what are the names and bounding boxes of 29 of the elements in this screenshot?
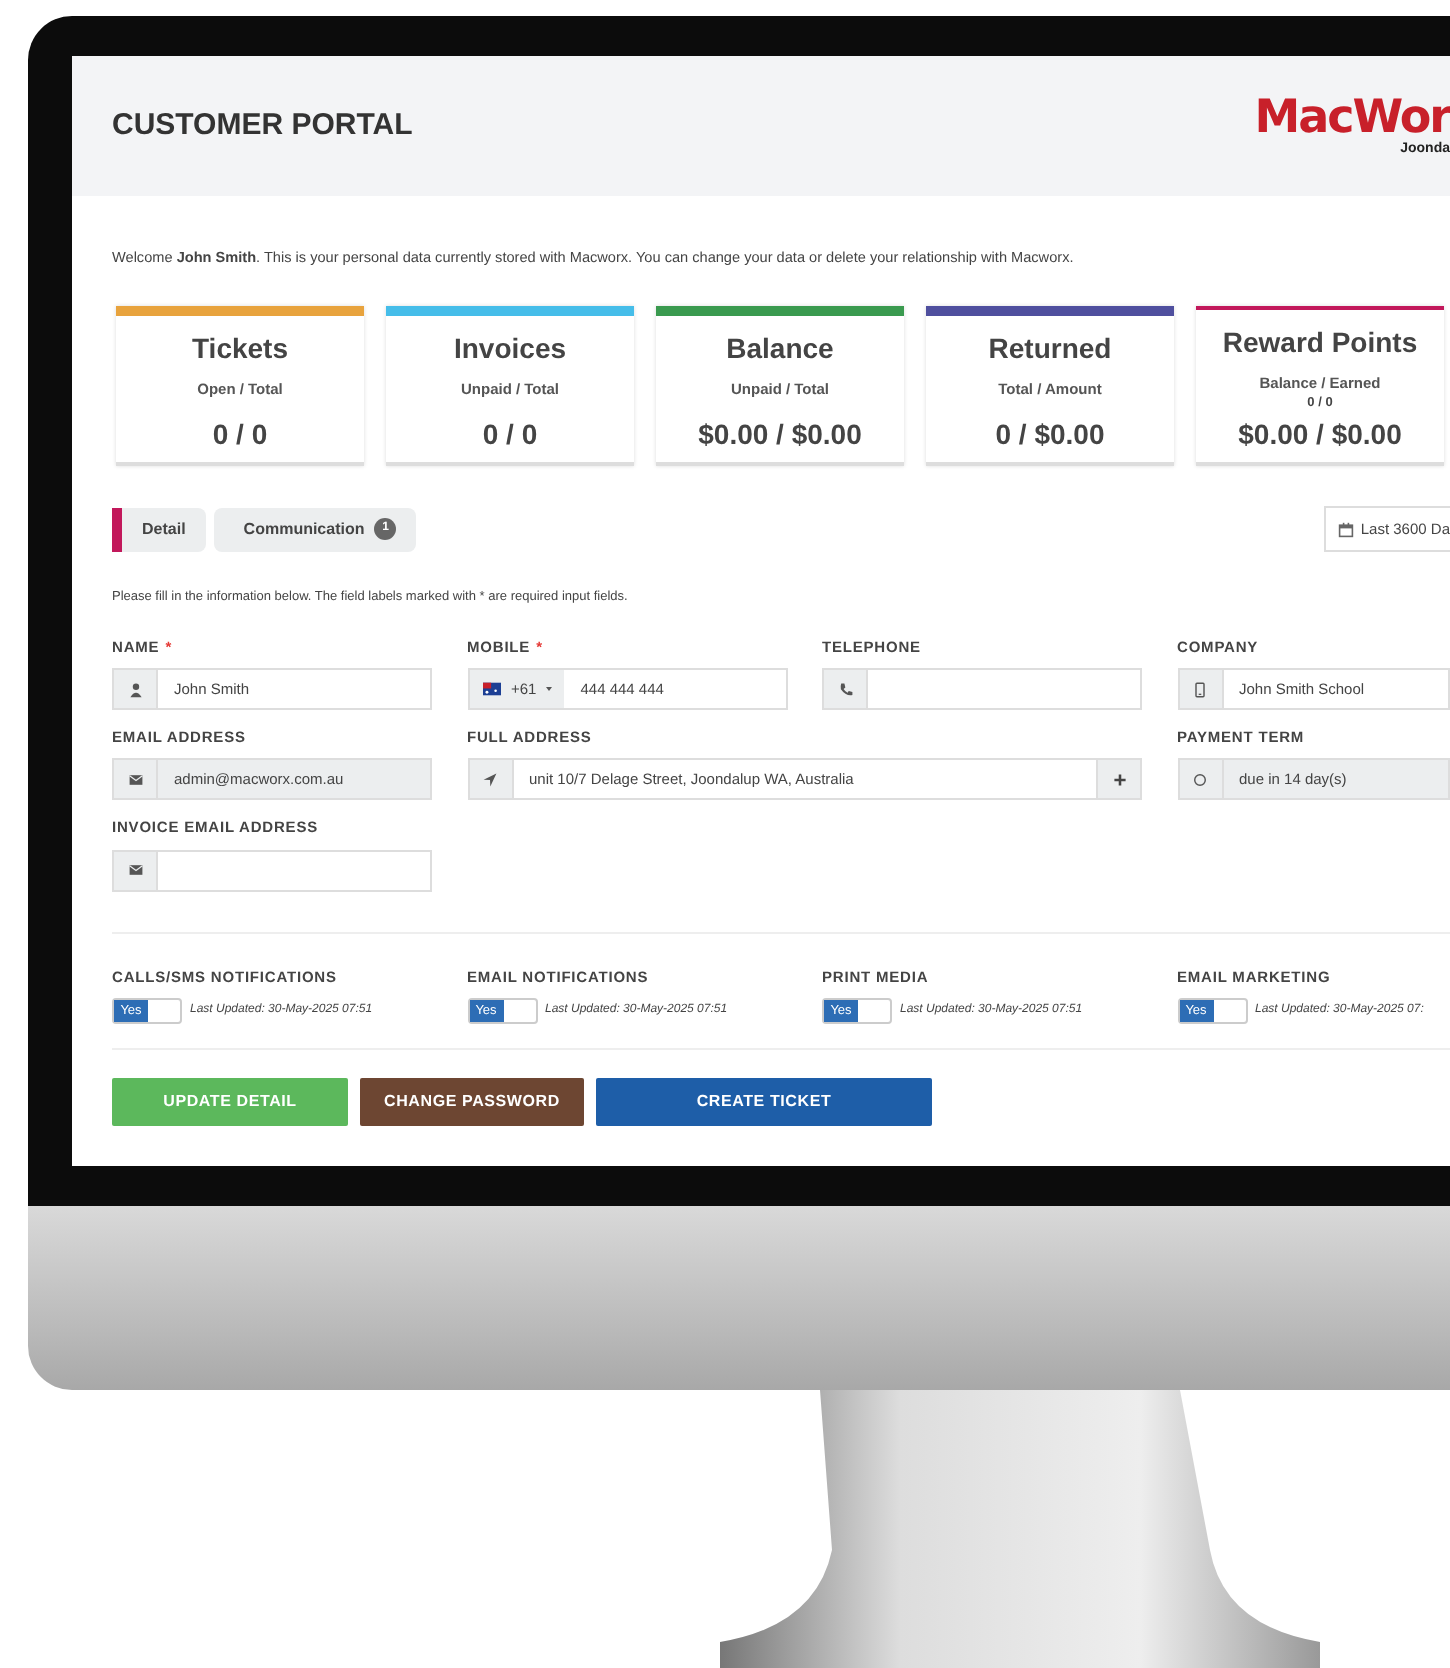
stat-value: $0.00 / $0.00 <box>1238 415 1402 454</box>
phone-icon <box>837 681 853 698</box>
input-field[interactable] <box>112 849 432 892</box>
stat-title: Invoices <box>453 329 567 368</box>
action-button[interactable]: CREATE TICKET <box>596 1077 932 1126</box>
input-field[interactable] <box>822 668 1142 711</box>
flag-icon <box>479 680 503 699</box>
stat-value: 0 / 0 <box>212 415 268 454</box>
stat-title: Balance <box>726 329 834 368</box>
logo-text: MacWor <box>1254 96 1450 142</box>
envelope-icon <box>127 771 143 788</box>
mobile-device-icon <box>1192 681 1208 698</box>
action-button[interactable]: CHANGE PASSWORD <box>360 1077 584 1126</box>
envelope-icon <box>127 862 143 879</box>
add-button[interactable] <box>1096 760 1140 799</box>
calendar-icon <box>1338 521 1355 538</box>
caret-icon <box>544 684 555 695</box>
user-icon <box>127 681 143 698</box>
tab[interactable]: Detail <box>112 507 206 552</box>
circle-icon <box>1192 771 1208 788</box>
stat-title: Returned <box>988 329 1112 368</box>
page-title: CUSTOMER PORTAL <box>112 105 413 146</box>
stat-value: 0 / 0 <box>482 415 538 454</box>
location-arrow-icon <box>482 771 498 788</box>
stat-value: $0.00 / $0.00 <box>698 415 862 454</box>
stat-title: Tickets <box>192 329 288 368</box>
stat-value: 0 / $0.00 <box>995 415 1105 454</box>
stat-title: Reward Points <box>1222 323 1418 362</box>
plus-icon <box>1111 771 1127 788</box>
